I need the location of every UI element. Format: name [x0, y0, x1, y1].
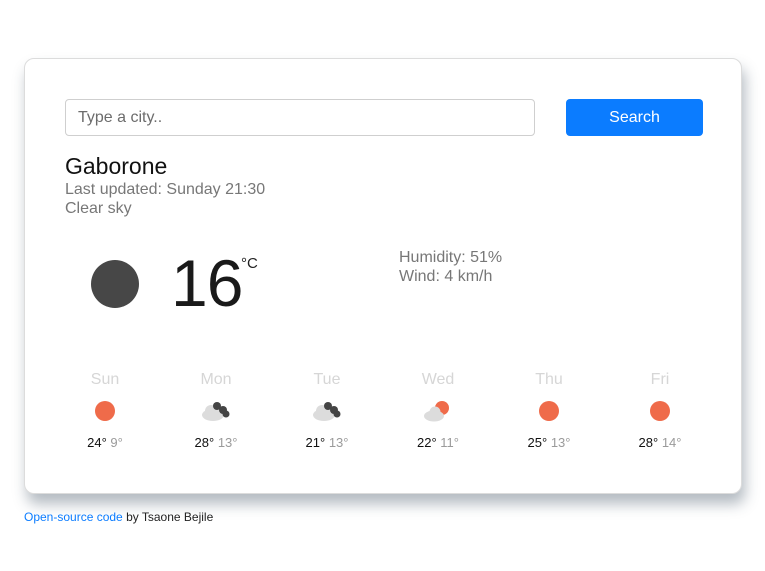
sun-icon	[538, 400, 560, 422]
forecast-high: 24°	[87, 435, 107, 450]
forecast-day-name: Tue	[313, 371, 341, 388]
broken-clouds-icon	[312, 400, 342, 422]
forecast-temps: 21° 13°	[272, 435, 382, 450]
sun-icon	[649, 400, 671, 422]
current-temperature: 16	[171, 246, 243, 320]
forecast-day-name: Wed	[421, 371, 455, 388]
forecast-temps: 25° 13°	[494, 435, 604, 450]
forecast-day-name: Sun	[90, 371, 120, 388]
forecast-high: 21°	[305, 435, 326, 450]
forecast-high: 28°	[638, 435, 659, 450]
city-name: Gaborone	[65, 153, 168, 179]
forecast-low: 13°	[217, 435, 238, 450]
forecast-low: 9°	[110, 435, 123, 450]
forecast-low: 14°	[661, 435, 682, 450]
forecast-day-name: Fri	[650, 371, 670, 388]
footer: Open-source code by Tsaone Bejile	[24, 510, 213, 524]
forecast-temps: 24° 9°	[50, 435, 160, 450]
temperature-unit: °C	[241, 255, 258, 272]
sun-icon	[94, 400, 116, 422]
broken-clouds-icon	[201, 400, 231, 422]
forecast-low: 11°	[440, 435, 459, 450]
footer-author: by Tsaone Bejile	[122, 510, 214, 524]
forecast-day: Tue 21° 13°	[272, 371, 382, 461]
partly-cloudy-icon	[423, 400, 453, 422]
humidity: Humidity: 51%	[399, 249, 503, 266]
forecast-day: Sun 24° 9°	[50, 371, 160, 461]
forecast-day-name: Mon	[200, 371, 232, 388]
forecast-temps: 28° 13°	[161, 435, 271, 450]
forecast-day-name: Thu	[535, 371, 563, 388]
weather-card: Search Gaborone Last updated: Sunday 21:…	[24, 58, 742, 494]
search-button[interactable]: Search	[566, 99, 703, 136]
forecast-day: Mon 28° 13°	[161, 371, 271, 461]
forecast-high: 25°	[527, 435, 548, 450]
open-source-link[interactable]: Open-source code	[24, 510, 123, 524]
forecast-low: 13°	[550, 435, 571, 450]
forecast-day: Thu 25° 13°	[494, 371, 604, 461]
wind-speed: Wind: 4 km/h	[399, 268, 493, 285]
last-updated: Last updated: Sunday 21:30	[65, 181, 266, 198]
city-search-input[interactable]	[65, 99, 535, 136]
forecast-high: 28°	[194, 435, 215, 450]
forecast-low: 13°	[328, 435, 349, 450]
forecast-day: Wed 22° 11°	[383, 371, 493, 461]
forecast-high: 22°	[417, 435, 437, 450]
weather-description: Clear sky	[65, 200, 132, 217]
clear-night-moon-icon	[91, 260, 139, 308]
forecast-temps: 22° 11°	[383, 435, 493, 450]
forecast-day: Fri 28° 14°	[605, 371, 715, 461]
forecast: Sun 24° 9° Mon 28° 13° Tue 21° 13° Wed 2…	[50, 371, 720, 461]
forecast-temps: 28° 14°	[605, 435, 715, 450]
